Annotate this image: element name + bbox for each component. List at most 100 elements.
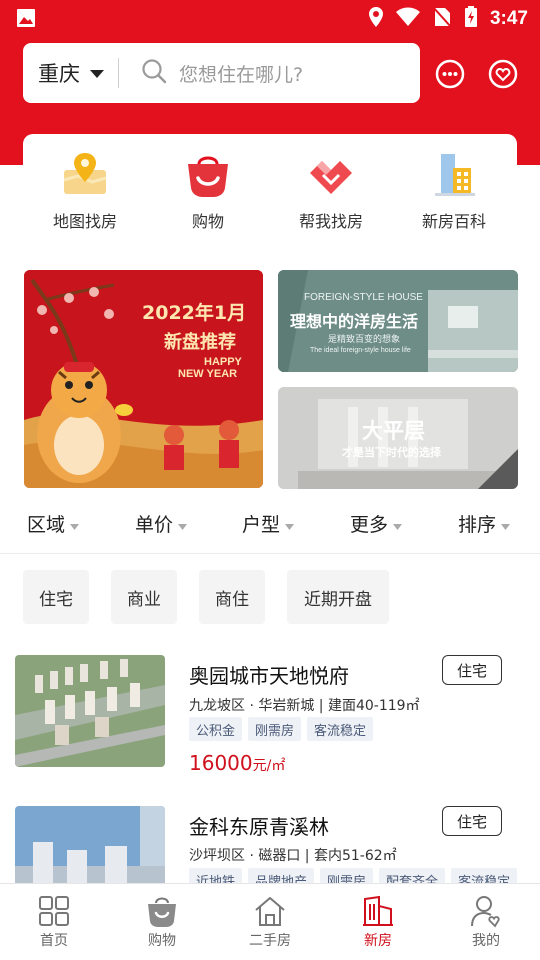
filter-district[interactable]: 区域 (27, 510, 80, 537)
nav-second-hand[interactable]: 二手房 (230, 894, 310, 950)
listing-price: 16000元/㎡ (189, 751, 285, 775)
caret-down-icon (285, 513, 295, 535)
caret-down-icon (70, 513, 80, 535)
banner-subtitle: 新盘推荐 (164, 332, 236, 353)
message-icon[interactable] (434, 58, 466, 94)
nav-profile[interactable]: 我的 (446, 894, 526, 950)
listing-card[interactable]: 奥园城市天地悦府 住宅 九龙坡区 · 华岩新城 | 建面40-119㎡ 公积金 … (0, 653, 540, 783)
filter-bar: 区域 单价 户型 更多 排序 (0, 498, 540, 554)
filter-layout[interactable]: 户型 (242, 510, 295, 537)
buildings-icon (429, 150, 479, 200)
gallery-icon (16, 8, 36, 32)
battery-icon (464, 6, 478, 32)
listing-tag: 近地铁 (189, 868, 243, 883)
favorite-icon[interactable] (487, 58, 519, 94)
listing-type-badge: 住宅 (442, 806, 502, 836)
listing-thumbnail (15, 806, 165, 883)
filter-label: 更多 (350, 514, 389, 536)
nav-shopping[interactable]: 购物 (122, 894, 202, 950)
banner-subtitle: 才是当下时代的选择 (342, 446, 441, 459)
quick-nav-label: 帮我找房 (298, 212, 363, 231)
listing-tags: 近地铁 品牌地产 刚需房 配套齐全 客流稳定 (189, 868, 518, 883)
nav-new-home[interactable]: 新房 (338, 894, 418, 950)
nav-label: 新房 (364, 933, 392, 949)
banner-new-year: NEW YEAR (178, 368, 238, 380)
caret-down-icon (178, 513, 188, 535)
filter-more[interactable]: 更多 (350, 510, 403, 537)
price-value: 16000 (189, 751, 253, 775)
grid-icon (37, 894, 71, 928)
banner-new-year[interactable]: 2022年1月 新盘推荐 HAPPY NEW YEAR (24, 270, 263, 488)
nav-label: 二手房 (249, 933, 291, 949)
quick-nav: 地图找房 购物 帮我找房 新房百科 (23, 134, 517, 244)
nav-label: 我的 (472, 933, 500, 949)
quick-nav-label: 购物 (191, 212, 224, 231)
chip-mixed-use[interactable]: 商住 (199, 570, 265, 624)
filter-unit-price[interactable]: 单价 (135, 510, 188, 537)
listing-tag: 品牌地产 (248, 868, 315, 883)
quick-nav-label: 地图找房 (52, 212, 117, 231)
filter-label: 单价 (135, 514, 174, 536)
clock: 3:47 (489, 8, 528, 29)
filter-label: 排序 (458, 514, 497, 536)
nav-label: 购物 (148, 933, 176, 949)
banner-subtitle: 是精致百变的想象 (328, 335, 401, 345)
search-icon (141, 58, 167, 88)
quick-nav-find-home[interactable]: 帮我找房 (271, 150, 391, 232)
map-pin-icon (60, 150, 110, 200)
caret-down-icon (501, 513, 511, 535)
search-bar[interactable]: 重庆 您想住在哪儿? (23, 43, 420, 103)
heart-diamond-icon (306, 150, 356, 200)
shopping-bag-icon (145, 894, 179, 928)
city-selector[interactable]: 重庆 (38, 58, 80, 88)
listing-tag: 刚需房 (248, 717, 302, 741)
listing-meta: 九龙坡区 · 华岩新城 | 建面40-119㎡ (189, 698, 420, 714)
no-sim-icon (432, 6, 452, 32)
chip-commercial[interactable]: 商业 (111, 570, 177, 624)
listing-thumbnail (15, 655, 165, 767)
banner-happy: HAPPY (204, 356, 242, 368)
filter-sort[interactable]: 排序 (458, 510, 511, 537)
filter-label: 区域 (27, 514, 66, 536)
chip-residential[interactable]: 住宅 (23, 570, 89, 624)
listing-card[interactable]: 金科东原青溪林 住宅 沙坪坝区 · 磁器口 | 套内51-62㎡ 近地铁 品牌地… (0, 804, 540, 883)
listing-type-badge: 住宅 (442, 655, 502, 685)
user-icon (469, 894, 503, 928)
divider (118, 58, 119, 88)
search-input[interactable]: 您想住在哪儿? (179, 60, 303, 87)
nav-label: 首页 (40, 933, 68, 949)
price-unit: 元/㎡ (252, 758, 286, 774)
caret-down-icon (393, 513, 403, 535)
caret-down-icon[interactable] (90, 64, 104, 83)
house-icon (253, 894, 287, 928)
location-icon (368, 6, 384, 32)
banner-en-title: FOREIGN-STYLE HOUSE (304, 292, 423, 303)
listing-title: 奥园城市天地悦府 (189, 664, 349, 688)
banner-en-subtitle: The ideal foreign-style house life (310, 347, 411, 354)
filter-label: 户型 (242, 514, 281, 536)
banner-title: 2022年1月 (142, 302, 247, 324)
quick-nav-encyclopedia[interactable]: 新房百科 (394, 150, 514, 232)
listing-tag: 客流稳定 (307, 717, 374, 741)
quick-nav-shopping[interactable]: 购物 (148, 150, 268, 232)
listing-meta: 沙坪坝区 · 磁器口 | 套内51-62㎡ (189, 848, 397, 864)
shopping-bag-icon (183, 150, 233, 200)
banner-title: 大平层 (362, 419, 425, 443)
quick-nav-map[interactable]: 地图找房 (25, 150, 145, 232)
listing-tag: 刚需房 (320, 868, 374, 883)
nav-home[interactable]: 首页 (14, 894, 94, 950)
status-bar: 3:47 (0, 0, 540, 36)
wifi-icon (395, 7, 420, 31)
listing-title: 金科东原青溪林 (189, 815, 329, 839)
listing-tag: 配套齐全 (379, 868, 446, 883)
building-icon (361, 894, 395, 928)
listing-tag: 客流稳定 (451, 868, 518, 883)
banner-foreign-style[interactable]: FOREIGN-STYLE HOUSE 理想中的洋房生活 是精致百变的想象 Th… (278, 270, 518, 372)
quick-nav-label: 新房百科 (421, 212, 486, 231)
listing-tags: 公积金 刚需房 客流稳定 (189, 717, 374, 741)
bottom-nav: 首页 购物 二手房 新房 我的 (0, 883, 540, 960)
chip-recent-opening[interactable]: 近期开盘 (287, 570, 389, 624)
listing-tag: 公积金 (189, 717, 243, 741)
banner-flat-floor[interactable]: 大平层 才是当下时代的选择 (278, 387, 518, 489)
banner-title: 理想中的洋房生活 (290, 312, 419, 331)
